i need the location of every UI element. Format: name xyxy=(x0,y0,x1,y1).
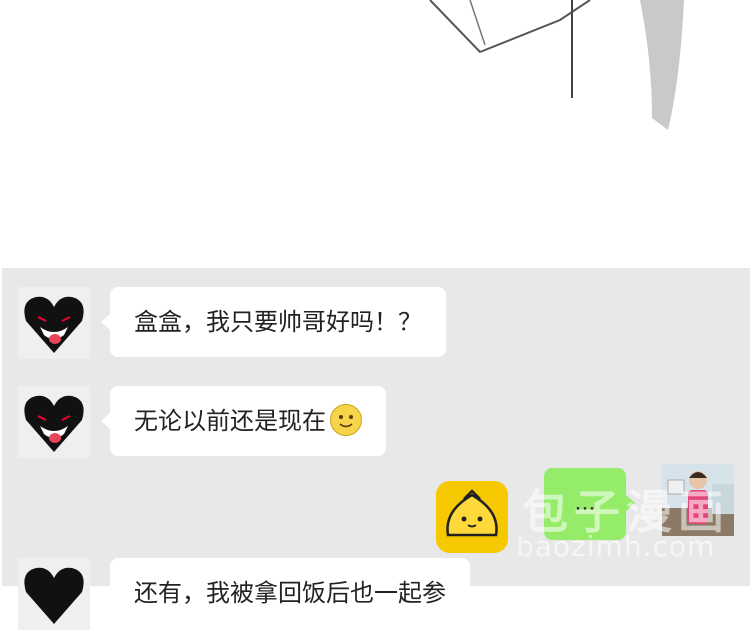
message-bubble-3[interactable]: ... xyxy=(544,468,635,540)
shadow-cat-avatar[interactable] xyxy=(18,287,90,359)
sketch-panel xyxy=(0,0,750,268)
message-bubble-1[interactable]: 盒盒，我只要帅哥好吗！？ xyxy=(101,287,446,357)
shadow-cat-avatar[interactable] xyxy=(18,386,90,458)
message-bubble-2[interactable]: 无论以前还是现在 xyxy=(101,386,386,456)
sketch-lines xyxy=(429,0,684,130)
shadow-cat-avatar[interactable] xyxy=(18,558,90,630)
chat-area: 盒盒，我只要帅哥好吗！？ 无论以前还是现在 ... 还有，我被拿回饭后也一起参 xyxy=(2,268,750,630)
photo-avatar[interactable] xyxy=(662,464,734,536)
steamed-bun-sticker[interactable] xyxy=(436,481,508,553)
message-text-3: ... xyxy=(574,491,596,516)
message-bubble-4[interactable]: 还有，我被拿回饭后也一起参 xyxy=(101,558,470,628)
message-text-1: 盒盒，我只要帅哥好吗！？ xyxy=(134,308,422,336)
smiling-face-icon xyxy=(330,404,362,436)
message-text-4: 还有，我被拿回饭后也一起参 xyxy=(134,579,446,607)
message-text-2: 无论以前还是现在 xyxy=(134,407,326,435)
